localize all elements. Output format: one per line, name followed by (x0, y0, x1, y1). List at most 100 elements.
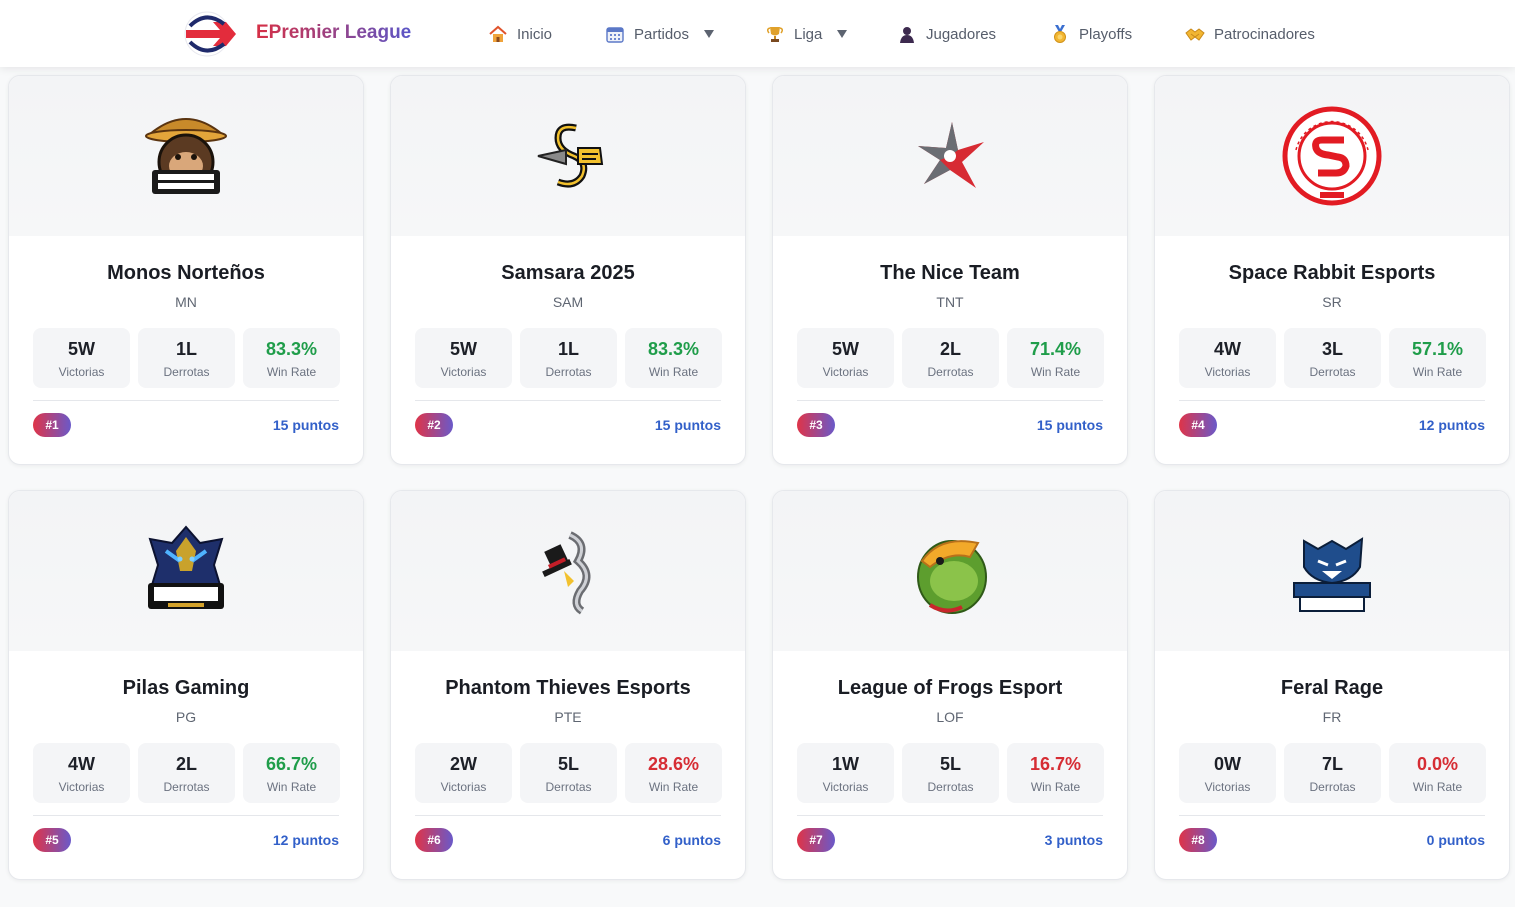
winrate-label: Win Rate (266, 780, 317, 794)
team-grid: Monos Norteños MN 5W Victorias 1L Derrotas… (8, 75, 1510, 880)
team-abbreviation: SR (1322, 294, 1342, 310)
wins-stat: 5W Victorias (415, 328, 512, 388)
team-card[interactable]: Feral Rage FR 0W Victorias 7L Derrotas 0.0… (1154, 490, 1510, 880)
losses-value: 2L (175, 754, 197, 774)
team-points: 15 puntos (272, 417, 339, 433)
team-card[interactable]: Samsara 2025 SAM 5W Victorias 1L Derrotas … (390, 75, 746, 465)
losses-stat: 5L Derrotas (902, 743, 999, 803)
winrate-stat: 83.3% Win Rate (243, 328, 340, 388)
losses-value: 1L (557, 339, 579, 359)
winrate-value: 16.7% (1029, 754, 1082, 774)
nav-patrocinadores[interactable]: Patrocinadores (1185, 22, 1315, 46)
nav-playoffs[interactable]: Playoffs (1050, 22, 1132, 46)
team-logo-area (9, 76, 363, 236)
nav-patrocinadores-label: Patrocinadores (1214, 25, 1315, 43)
team-logo-area (391, 76, 745, 236)
wins-value: 4W (1214, 339, 1241, 359)
nav-jugadores-label: Jugadores (926, 25, 997, 43)
losses-stat: 3L Derrotas (1284, 328, 1381, 388)
team-points: 12 puntos (1418, 417, 1485, 433)
team-card[interactable]: Pilas Gaming PG 4W Victorias 2L Derrotas 6… (8, 490, 364, 880)
losses-value: 1L (175, 339, 197, 359)
brand-link[interactable]: EPremier League (180, 8, 411, 58)
wins-value: 1W (832, 754, 859, 774)
losses-label: Derrotas (927, 365, 974, 379)
team-logo-area (773, 491, 1127, 651)
losses-label: Derrotas (927, 780, 974, 794)
wins-stat: 0W Victorias (1179, 743, 1276, 803)
card-divider (415, 815, 721, 816)
team-name: Feral Rage (1280, 677, 1384, 699)
team-name: Phantom Thieves Esports (445, 677, 691, 699)
samsara-s-logo-icon (537, 123, 604, 188)
team-card[interactable]: Phantom Thieves Esports PTE 2W Victorias … (390, 490, 746, 880)
team-abbreviation: SAM (552, 294, 584, 310)
wolf-logo-icon (1293, 537, 1371, 612)
wins-value: 5W (450, 339, 477, 359)
handshake-icon (1185, 28, 1205, 41)
team-abbreviation: LOF (936, 709, 964, 725)
rank-badge: #5 (33, 828, 71, 852)
wins-value: 4W (68, 754, 95, 774)
space-rabbit-seal-logo-icon (1282, 106, 1382, 206)
rank-badge: #3 (797, 413, 835, 437)
team-card[interactable]: The Nice Team TNT 5W Victorias 2L Derrotas… (772, 75, 1128, 465)
rank-badge: #1 (33, 413, 71, 437)
top-hat-phantom-logo-icon (542, 531, 591, 615)
winrate-value: 0.0% (1416, 754, 1459, 774)
winrate-value: 57.1% (1411, 339, 1464, 359)
chevron-down-icon (837, 30, 848, 38)
winrate-stat: 66.7% Win Rate (243, 743, 340, 803)
trophy-icon (766, 27, 784, 42)
top-navbar: EPremier League Inicio Partidos Liga Jug… (0, 0, 1515, 67)
team-stats: 4W Victorias 3L Derrotas 57.1% Win Rate (1179, 328, 1486, 388)
calendar-icon (606, 27, 624, 43)
team-abbreviation: MN (175, 294, 197, 310)
nav-liga[interactable]: Liga (765, 22, 848, 46)
losses-label: Derrotas (1309, 780, 1356, 794)
winrate-label: Win Rate (648, 780, 699, 794)
losses-stat: 2L Derrotas (138, 743, 235, 803)
nav-jugadores[interactable]: Jugadores (897, 22, 996, 46)
wins-value: 5W (68, 339, 95, 359)
wins-label: Victorias (440, 780, 487, 794)
winrate-stat: 71.4% Win Rate (1007, 328, 1104, 388)
losses-value: 7L (1321, 754, 1343, 774)
team-points: 6 puntos (662, 832, 721, 848)
wins-label: Victorias (822, 365, 869, 379)
wins-label: Victorias (1204, 365, 1251, 379)
team-stats: 0W Victorias 7L Derrotas 0.0% Win Rate (1179, 743, 1486, 803)
wins-label: Victorias (58, 780, 105, 794)
winrate-stat: 83.3% Win Rate (625, 328, 722, 388)
winrate-label: Win Rate (1030, 365, 1081, 379)
team-abbreviation: PG (175, 709, 197, 725)
rank-badge: #2 (415, 413, 453, 437)
frog-logo-icon (917, 540, 987, 614)
team-abbreviation: PTE (554, 709, 582, 725)
nav-inicio-label: Inicio (517, 25, 553, 43)
wins-value: 0W (1214, 754, 1241, 774)
team-logo-area (773, 76, 1127, 236)
team-card[interactable]: Space Rabbit Esports SR 4W Victorias 3L De… (1154, 75, 1510, 465)
losses-stat: 1L Derrotas (520, 328, 617, 388)
user-silhouette-icon (900, 27, 914, 43)
monkey-sombrero-logo-icon (145, 118, 227, 194)
team-card[interactable]: League of Frogs Esport LOF 1W Victorias 5… (772, 490, 1128, 880)
wins-stat: 4W Victorias (1179, 328, 1276, 388)
team-logo-area (391, 491, 745, 651)
losses-label: Derrotas (163, 780, 210, 794)
team-stats: 1W Victorias 5L Derrotas 16.7% Win Rate (797, 743, 1104, 803)
team-card[interactable]: Monos Norteños MN 5W Victorias 1L Derrotas… (8, 75, 364, 465)
winrate-label: Win Rate (266, 365, 317, 379)
nav-inicio[interactable]: Inicio (488, 22, 552, 46)
team-points: 12 puntos (272, 832, 339, 848)
team-name: Space Rabbit Esports (1228, 262, 1436, 284)
team-points: 15 puntos (654, 417, 721, 433)
losses-stat: 2L Derrotas (902, 328, 999, 388)
team-stats: 4W Victorias 2L Derrotas 66.7% Win Rate (33, 743, 340, 803)
nav-partidos[interactable]: Partidos (605, 22, 715, 46)
team-logo-area (1155, 491, 1509, 651)
team-points: 0 puntos (1426, 832, 1485, 848)
winrate-value: 71.4% (1029, 339, 1082, 359)
losses-label: Derrotas (163, 365, 210, 379)
